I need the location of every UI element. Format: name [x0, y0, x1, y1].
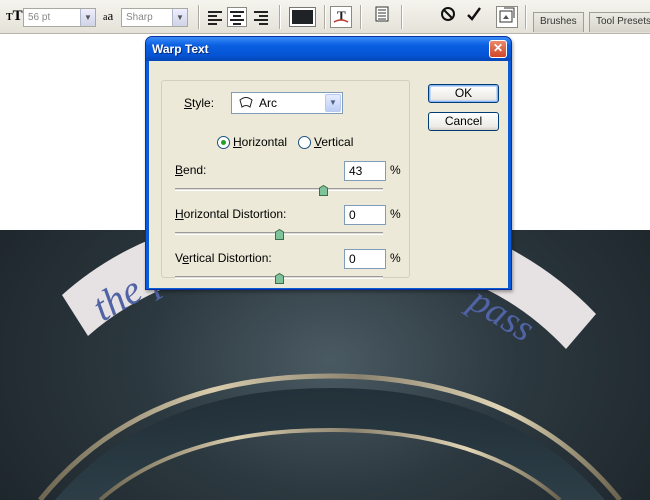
cancel-button[interactable]: Cancel: [428, 112, 499, 131]
horizontal-label: Horizontal: [233, 135, 288, 149]
horizontal-distortion-label: Horizontal Distortion:: [175, 207, 287, 221]
antialias-select[interactable]: Sharp ▼: [121, 8, 188, 27]
horizontal-radio[interactable]: [217, 136, 230, 149]
close-icon[interactable]: ✕: [489, 40, 507, 58]
tab-brushes[interactable]: Brushes: [533, 12, 584, 32]
dialog-body: Style: Arc ▼ Horizontal Vertical Bend: 4…: [149, 61, 508, 288]
type-tool-icon[interactable]: TT: [6, 8, 23, 25]
vertical-label: Vertical: [314, 135, 354, 149]
vertical-distortion-thumb[interactable]: [274, 272, 284, 284]
dialog-titlebar[interactable]: Warp Text ✕: [146, 37, 511, 61]
arc-style-icon: [239, 96, 253, 111]
style-value: Arc: [259, 96, 277, 110]
horizontal-distortion-thumb[interactable]: [274, 228, 284, 240]
chevron-down-icon: ▼: [172, 9, 187, 26]
character-panel-icon[interactable]: [371, 6, 393, 28]
vertical-distortion-unit: %: [390, 251, 401, 265]
chevron-down-icon: ▼: [80, 9, 95, 26]
align-left-icon[interactable]: [205, 7, 225, 27]
text-color-swatch[interactable]: [289, 7, 316, 27]
style-select[interactable]: Arc ▼: [231, 92, 343, 114]
style-label: Style:: [184, 96, 215, 110]
tab-label: Tool Presets: [596, 16, 650, 27]
bend-unit: %: [390, 163, 401, 177]
chevron-down-icon: ▼: [325, 94, 341, 112]
align-center-icon[interactable]: [227, 7, 247, 27]
tab-tool-presets[interactable]: Tool Presets: [589, 12, 650, 32]
align-right-icon[interactable]: [251, 7, 271, 27]
tab-label: Brushes: [540, 16, 577, 27]
options-bar: TT 56 pt ▼ aa Sharp ▼ T Brushes Tool Pre…: [0, 0, 650, 34]
antialias-value: Sharp: [126, 12, 153, 23]
vertical-distortion-label: Vertical Distortion:: [175, 251, 272, 265]
horizontal-distortion-unit: %: [390, 207, 401, 221]
antialias-icon: aa: [103, 8, 114, 23]
cancel-icon[interactable]: [437, 6, 459, 28]
warp-text-dialog: Warp Text ✕ Style: Arc ▼ Horizontal Vert…: [145, 36, 512, 290]
font-size-select[interactable]: 56 pt ▼: [23, 8, 96, 27]
font-size-value: 56 pt: [28, 12, 51, 23]
warp-text-icon[interactable]: T: [330, 6, 352, 28]
vertical-distortion-field[interactable]: 0: [344, 249, 386, 269]
ok-button[interactable]: OK: [428, 84, 499, 103]
bend-slider-thumb[interactable]: [319, 184, 329, 196]
ring-band: [55, 388, 605, 500]
bend-label: Bend:: [175, 163, 207, 177]
commit-icon[interactable]: [463, 6, 485, 28]
palette-well-icon[interactable]: [496, 6, 518, 28]
warp-options-group: Style: Arc ▼ Horizontal Vertical Bend: 4…: [161, 80, 410, 284]
dialog-title: Warp Text: [152, 42, 209, 56]
vertical-radio[interactable]: [298, 136, 311, 149]
photoshop-workspace: TT 56 pt ▼ aa Sharp ▼ T Brushes Tool Pre…: [0, 0, 650, 500]
bend-field[interactable]: 43: [344, 161, 386, 181]
horizontal-distortion-field[interactable]: 0: [344, 205, 386, 225]
bend-slider-track[interactable]: [175, 188, 383, 191]
